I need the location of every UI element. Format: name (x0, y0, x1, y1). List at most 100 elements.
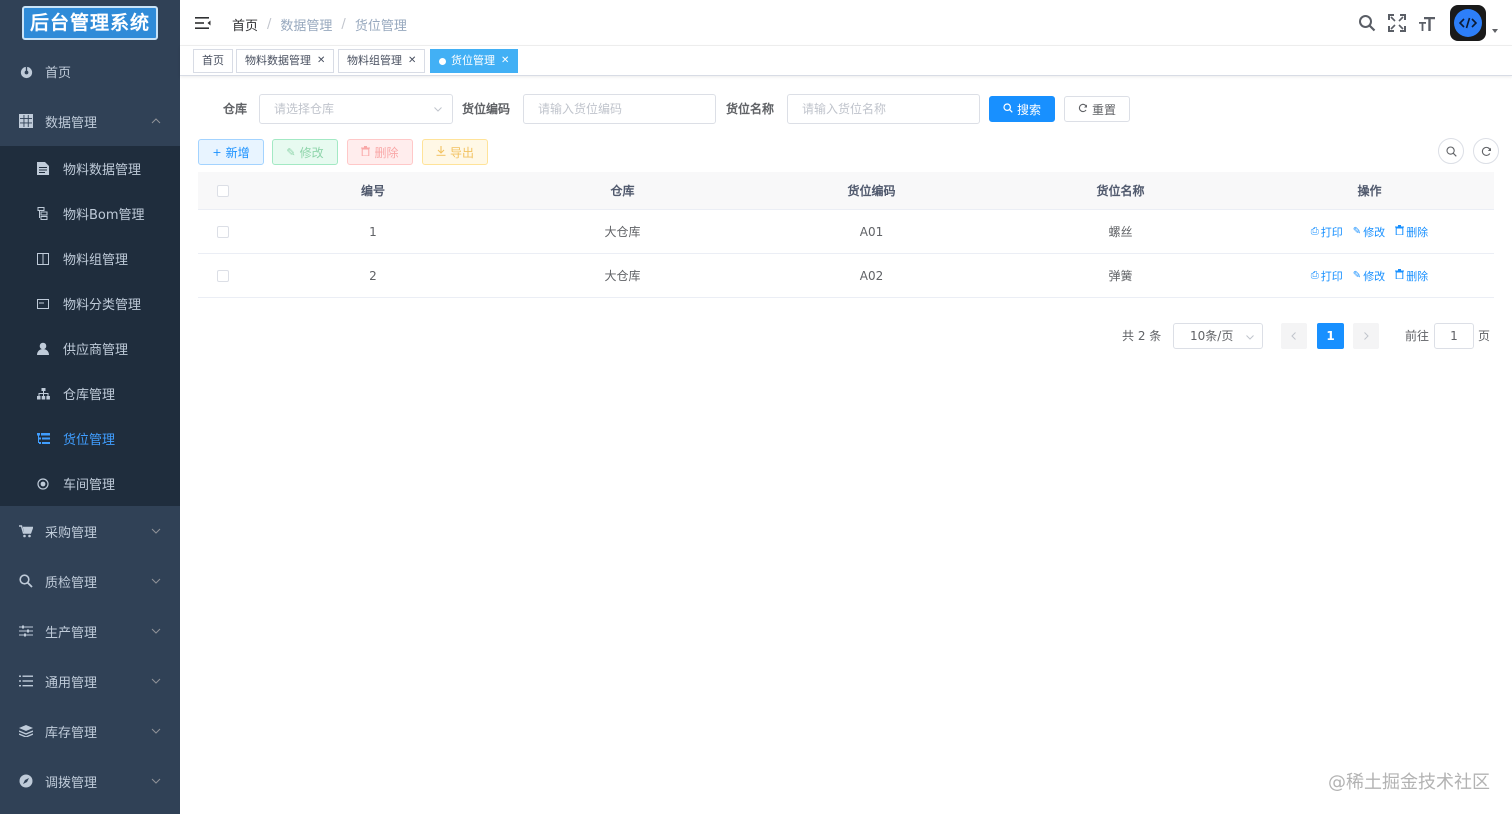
cell-id: 1 (369, 224, 377, 239)
tag-material-group[interactable]: 物料组管理 ✕ (338, 49, 426, 73)
sidebar-item-purchase[interactable]: 采购管理 (0, 506, 180, 556)
sidebar: 后台管理系统 首页 数据管理 物料数据管理 物料Bom管理 物料组管理 物料分类… (0, 0, 180, 814)
sidebar-item-material-group[interactable]: 物料组管理 (0, 236, 180, 281)
edit-button[interactable]: ✎ 修改 (272, 139, 338, 165)
fullscreen-icon[interactable] (1386, 12, 1408, 34)
edit-label: 修改 (1363, 225, 1386, 239)
goto-label: 前往 (1405, 329, 1430, 343)
prev-page-button[interactable] (1281, 323, 1307, 349)
sidebar-item-material-bom[interactable]: 物料Bom管理 (0, 191, 180, 236)
print-link[interactable]: ⎙ 打印 (1311, 224, 1343, 240)
column-header[interactable]: 操作 (1245, 182, 1494, 199)
printer-icon: ⎙ (1310, 270, 1319, 281)
code-input[interactable]: 请输入货位编码 (523, 94, 716, 124)
column-header[interactable]: 编号 (248, 182, 498, 199)
tag-home[interactable]: 首页 (193, 49, 233, 73)
sidebar-item-transfer[interactable]: 调拨管理 (0, 756, 180, 806)
sidebar-item-label: 货位管理 (63, 433, 116, 448)
warehouse-select[interactable]: 请选择仓库 (259, 94, 453, 124)
sidebar-item-label: 通用管理 (45, 675, 98, 691)
search-button[interactable]: 搜索 (989, 96, 1055, 122)
tag-label: 首页 (202, 54, 224, 67)
list-icon (18, 673, 34, 689)
sidebar-item-supplier[interactable]: 供应商管理 (0, 326, 180, 371)
sidebar-item-home[interactable]: 首页 (0, 46, 180, 96)
table-row[interactable]: 1 大仓库 A01 螺丝 ⎙ 打印 ✎ 修改 删除 (198, 210, 1494, 254)
page-number-current[interactable]: 1 (1317, 323, 1344, 349)
edit-button-label: 修改 (299, 145, 324, 160)
table-row[interactable]: 2 大仓库 A02 弹簧 ⎙ 打印 ✎ 修改 删除 (198, 254, 1494, 298)
sidebar-item-label: 库存管理 (45, 725, 98, 741)
sidebar-item-data-management[interactable]: 数据管理 (0, 96, 180, 146)
hamburger-icon[interactable] (194, 14, 212, 32)
refresh-table-button[interactable] (1473, 138, 1499, 164)
avatar[interactable] (1450, 5, 1486, 41)
page-size-select[interactable]: 10条/页 (1173, 323, 1263, 349)
sidebar-item-label: 物料Bom管理 (63, 208, 145, 223)
cell-name: 螺丝 (1108, 225, 1133, 239)
sidebar-item-production[interactable]: 生产管理 (0, 606, 180, 656)
name-label: 货位名称 (726, 102, 775, 116)
add-button[interactable]: + 新增 (198, 139, 264, 165)
sidebar-item-label: 供应商管理 (63, 343, 129, 358)
print-label: 打印 (1320, 225, 1343, 239)
edit-link[interactable]: ✎ 修改 (1353, 224, 1385, 240)
column-header[interactable]: 仓库 (498, 182, 747, 199)
trash-icon (1395, 269, 1405, 282)
caret-down-icon[interactable] (1492, 29, 1498, 33)
sidebar-item-general[interactable]: 通用管理 (0, 656, 180, 706)
radio-icon (36, 477, 50, 491)
delete-label: 删除 (1406, 225, 1429, 239)
column-header[interactable]: 货位名称 (996, 182, 1245, 199)
select-all-checkbox[interactable] (217, 184, 229, 197)
export-button[interactable]: 导出 (422, 139, 488, 165)
tag-location[interactable]: 货位管理 ✕ (430, 49, 519, 73)
sidebar-item-label: 车间管理 (63, 478, 116, 493)
row-checkbox[interactable] (217, 225, 229, 238)
search-icon (1003, 102, 1013, 116)
search-icon (18, 573, 34, 589)
logo[interactable]: 后台管理系统 (0, 0, 180, 46)
name-input[interactable]: 请输入货位名称 (787, 94, 980, 124)
delete-button[interactable]: 删除 (347, 139, 413, 165)
edit-icon: ✎ (1352, 270, 1362, 281)
edit-icon: ✎ (286, 145, 296, 159)
cart-icon (18, 523, 34, 539)
close-icon[interactable]: ✕ (408, 50, 416, 72)
sidebar-item-location[interactable]: 货位管理 (0, 416, 180, 461)
print-link[interactable]: ⎙ 打印 (1311, 268, 1343, 284)
watermark: @稀土掘金技术社区 (1328, 772, 1490, 793)
sliders-icon (18, 623, 34, 639)
delete-label: 删除 (1406, 269, 1429, 283)
delete-link[interactable]: 删除 (1395, 268, 1428, 284)
close-icon[interactable]: ✕ (501, 50, 509, 72)
sidebar-item-material-data[interactable]: 物料数据管理 (0, 146, 180, 191)
pagination-total: 共 2 条 (1122, 329, 1162, 343)
cell-code: A01 (859, 224, 884, 239)
tag-material-data[interactable]: 物料数据管理 ✕ (236, 49, 335, 73)
sidebar-item-inventory[interactable]: 库存管理 (0, 706, 180, 756)
chevron-down-icon (151, 578, 161, 584)
sidebar-item-label: 生产管理 (45, 625, 98, 641)
sidebar-item-label: 物料组管理 (63, 253, 129, 268)
breadcrumb-home[interactable]: 首页 (232, 15, 258, 34)
sidebar-item-workshop[interactable]: 车间管理 (0, 461, 180, 506)
toggle-search-button[interactable] (1438, 138, 1464, 164)
sidebar-item-material-category[interactable]: 物料分类管理 (0, 281, 180, 326)
sidebar-item-warehouse[interactable]: 仓库管理 (0, 371, 180, 416)
goto-page-input[interactable]: 1 (1434, 323, 1474, 349)
row-checkbox[interactable] (217, 269, 229, 282)
select-all-cell (198, 184, 248, 197)
column-header[interactable]: 货位编码 (747, 182, 996, 199)
font-size-icon[interactable] (1416, 12, 1438, 34)
code-icon (1454, 9, 1482, 37)
sidebar-item-label: 数据管理 (45, 115, 98, 131)
delete-link[interactable]: 删除 (1395, 224, 1428, 240)
reset-button[interactable]: 重置 (1064, 96, 1130, 122)
next-page-button[interactable] (1353, 323, 1379, 349)
breadcrumb-separator: / (267, 17, 272, 32)
close-icon[interactable]: ✕ (317, 50, 325, 72)
edit-link[interactable]: ✎ 修改 (1353, 268, 1385, 284)
search-icon[interactable] (1356, 12, 1378, 34)
sidebar-item-quality[interactable]: 质检管理 (0, 556, 180, 606)
